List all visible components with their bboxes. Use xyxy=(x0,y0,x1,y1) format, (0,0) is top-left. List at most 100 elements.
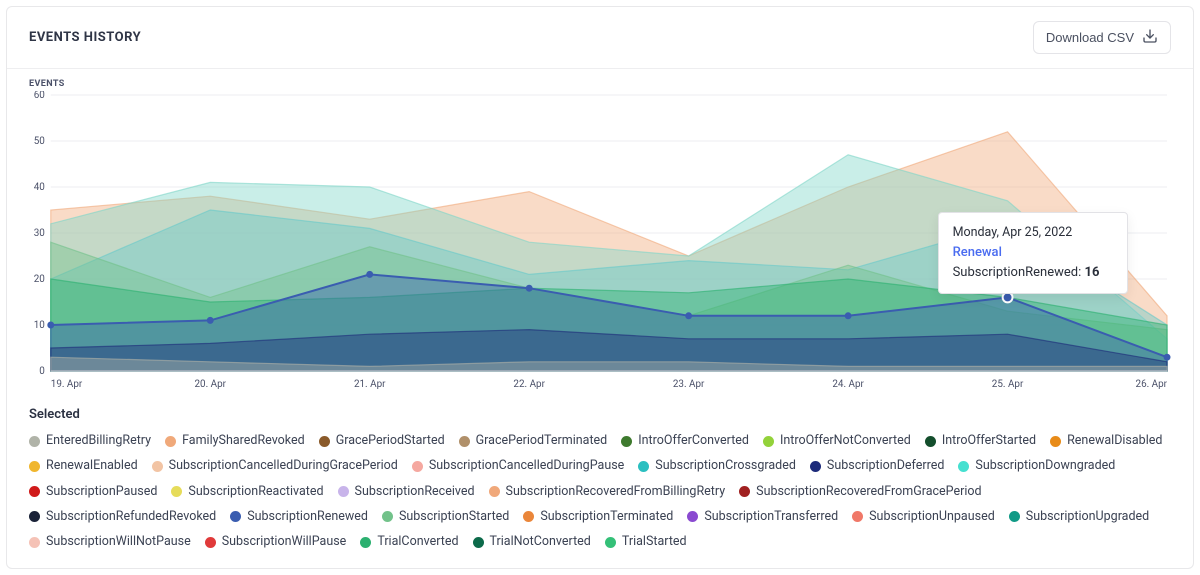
panel-header: EVENTS HISTORY Download CSV xyxy=(7,7,1193,69)
legend-item[interactable]: SubscriptionUpgraded xyxy=(1009,506,1149,527)
legend-item[interactable]: SubscriptionTransferred xyxy=(687,506,838,527)
svg-text:25. Apr: 25. Apr xyxy=(992,379,1024,390)
svg-text:40: 40 xyxy=(34,182,46,193)
legend-color-dot xyxy=(319,436,330,447)
legend-color-dot xyxy=(230,511,241,522)
legend-color-dot xyxy=(171,486,182,497)
legend-item-label: SubscriptionRecoveredFromBillingRetry xyxy=(506,481,726,502)
legend-title: Selected xyxy=(29,407,1171,422)
legend-color-dot xyxy=(687,511,698,522)
legend-item[interactable]: SubscriptionDeferred xyxy=(810,455,944,476)
legend-item-label: SubscriptionCancelledDuringPause xyxy=(429,455,624,476)
legend-color-dot xyxy=(739,486,750,497)
legend-item-label: EnteredBillingRetry xyxy=(46,430,151,451)
legend-color-dot xyxy=(621,436,632,447)
legend-item[interactable]: SubscriptionWillPause xyxy=(205,531,347,552)
legend-item[interactable]: SubscriptionRecoveredFromGracePeriod xyxy=(739,481,981,502)
legend-item-label: SubscriptionPaused xyxy=(46,481,157,502)
legend-color-dot xyxy=(152,461,163,472)
legend-item-label: RenewalEnabled xyxy=(46,455,138,476)
legend-item[interactable]: SubscriptionTerminated xyxy=(523,506,673,527)
legend-item-label: SubscriptionRefundedRevoked xyxy=(46,506,216,527)
legend-item-label: SubscriptionTerminated xyxy=(540,506,673,527)
legend-item[interactable]: SubscriptionPaused xyxy=(29,481,157,502)
legend-color-dot xyxy=(852,511,863,522)
legend-color-dot xyxy=(1050,436,1061,447)
legend-item[interactable]: TrialNotConverted xyxy=(473,531,591,552)
svg-text:0: 0 xyxy=(39,366,45,377)
chart-tooltip: Monday, Apr 25, 2022 Renewal Subscriptio… xyxy=(938,212,1128,294)
tooltip-value-label: SubscriptionRenewed: xyxy=(953,265,1082,280)
legend-color-dot xyxy=(338,486,349,497)
legend-item-label: SubscriptionCancelledDuringGracePeriod xyxy=(169,455,398,476)
legend-item[interactable]: SubscriptionCrossgraded xyxy=(638,455,796,476)
legend-item[interactable]: EnteredBillingRetry xyxy=(29,430,151,451)
legend-item-label: SubscriptionWillPause xyxy=(222,531,347,552)
legend-item[interactable]: SubscriptionReceived xyxy=(338,481,475,502)
legend-color-dot xyxy=(473,537,484,548)
legend-item-label: SubscriptionDowngraded xyxy=(975,455,1115,476)
legend-item[interactable]: GracePeriodStarted xyxy=(319,430,445,451)
legend-color-dot xyxy=(29,511,40,522)
download-csv-label: Download CSV xyxy=(1046,30,1134,45)
legend-item[interactable]: SubscriptionRecoveredFromBillingRetry xyxy=(489,481,726,502)
legend-item[interactable]: RenewalDisabled xyxy=(1050,430,1162,451)
svg-text:26. Apr: 26. Apr xyxy=(1136,379,1168,390)
legend-color-dot xyxy=(29,486,40,497)
legend-color-dot xyxy=(205,537,216,548)
legend-item-label: SubscriptionReactivated xyxy=(188,481,323,502)
legend-color-dot xyxy=(925,436,936,447)
legend-item[interactable]: SubscriptionCancelledDuringPause xyxy=(412,455,624,476)
legend-item[interactable]: IntroOfferConverted xyxy=(621,430,749,451)
legend-color-dot xyxy=(29,436,40,447)
svg-text:20. Apr: 20. Apr xyxy=(194,379,226,390)
tooltip-series-name: Renewal xyxy=(953,243,1113,263)
legend-item-label: SubscriptionReceived xyxy=(355,481,475,502)
legend-item-label: GracePeriodTerminated xyxy=(476,430,608,451)
legend-item[interactable]: FamilySharedRevoked xyxy=(165,430,305,451)
legend-color-dot xyxy=(810,461,821,472)
legend-color-dot xyxy=(638,461,649,472)
legend-color-dot xyxy=(29,461,40,472)
plot[interactable]: 010203040506019. Apr20. Apr21. Apr22. Ap… xyxy=(29,91,1171,391)
legend-item-label: TrialNotConverted xyxy=(490,531,591,552)
legend-item[interactable]: SubscriptionRenewed xyxy=(230,506,368,527)
legend-item-label: SubscriptionCrossgraded xyxy=(655,455,796,476)
legend-item[interactable]: RenewalEnabled xyxy=(29,455,138,476)
legend-container: EnteredBillingRetry FamilySharedRevoked Gr… xyxy=(29,430,1171,552)
download-csv-button[interactable]: Download CSV xyxy=(1033,21,1171,54)
svg-text:24. Apr: 24. Apr xyxy=(832,379,864,390)
svg-text:60: 60 xyxy=(34,91,46,101)
tooltip-value: 16 xyxy=(1085,265,1100,280)
legend-color-dot xyxy=(165,436,176,447)
legend-item[interactable]: IntroOfferStarted xyxy=(925,430,1036,451)
legend-item[interactable]: SubscriptionReactivated xyxy=(171,481,323,502)
legend-color-dot xyxy=(958,461,969,472)
legend-item[interactable]: SubscriptionUnpaused xyxy=(852,506,995,527)
events-history-panel: EVENTS HISTORY Download CSV EVENTS 0 10 20… xyxy=(6,6,1194,569)
legend-item-label: GracePeriodStarted xyxy=(336,430,445,451)
legend-item[interactable]: SubscriptionDowngraded xyxy=(958,455,1115,476)
legend-item-label: TrialStarted xyxy=(622,531,687,552)
legend-item[interactable]: IntroOfferNotConverted xyxy=(763,430,911,451)
download-icon xyxy=(1142,28,1158,47)
legend-item[interactable]: TrialStarted xyxy=(605,531,687,552)
legend-item[interactable]: GracePeriodTerminated xyxy=(459,430,608,451)
legend-color-dot xyxy=(763,436,774,447)
legend-color-dot xyxy=(360,537,371,548)
y-axis-label: EVENTS xyxy=(29,79,1171,89)
legend-item[interactable]: SubscriptionWillNotPause xyxy=(29,531,191,552)
svg-text:10: 10 xyxy=(34,320,46,331)
svg-text:22. Apr: 22. Apr xyxy=(513,379,545,390)
chart-area: EVENTS 010203040506019. Apr20. Apr21. Ap… xyxy=(7,69,1193,395)
legend-item[interactable]: SubscriptionRefundedRevoked xyxy=(29,506,216,527)
legend-item-label: SubscriptionWillNotPause xyxy=(46,531,191,552)
svg-text:19. Apr: 19. Apr xyxy=(51,379,83,390)
svg-text:21. Apr: 21. Apr xyxy=(354,379,386,390)
legend-item-label: IntroOfferNotConverted xyxy=(780,430,911,451)
legend-item-label: TrialConverted xyxy=(377,531,458,552)
legend-item-label: SubscriptionRecoveredFromGracePeriod xyxy=(756,481,981,502)
legend-item[interactable]: TrialConverted xyxy=(360,531,458,552)
legend-item[interactable]: SubscriptionCancelledDuringGracePeriod xyxy=(152,455,398,476)
legend-item[interactable]: SubscriptionStarted xyxy=(382,506,509,527)
